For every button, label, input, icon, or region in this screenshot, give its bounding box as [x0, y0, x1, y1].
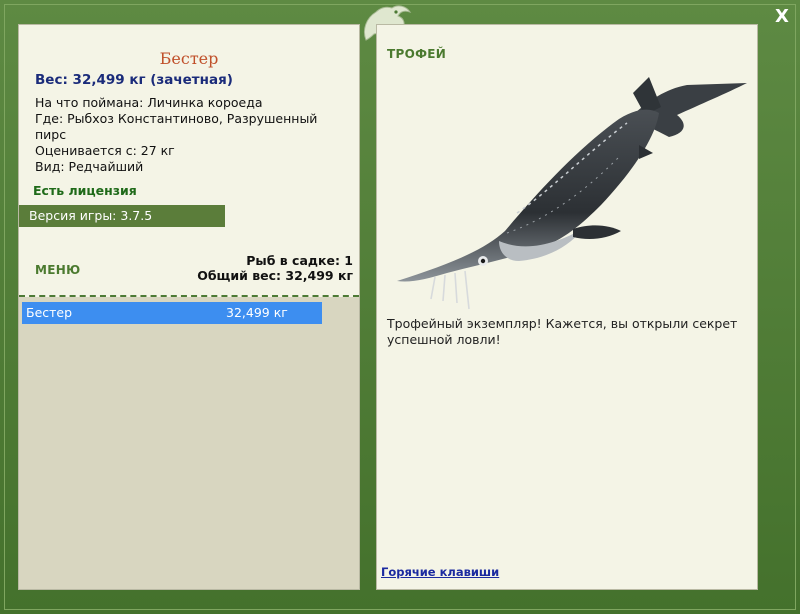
keepnet-total-weight: Общий вес: 32,499 кг	[197, 268, 353, 283]
keepnet-row-name: Бестер	[26, 305, 73, 320]
trophy-description: Трофейный экземпляр! Кажется, вы открыли…	[387, 316, 738, 347]
menu-button[interactable]: МЕНЮ	[35, 263, 80, 277]
keepnet-stats: Рыб в садке: 1 Общий вес: 32,499 кг	[197, 253, 353, 283]
close-button[interactable]: X	[770, 6, 794, 28]
fish-weight: Вес: 32,499 кг (зачетная)	[35, 72, 233, 88]
rarity-line: Вид: Редчайший	[35, 159, 144, 174]
location-line: Где: Рыбхоз Константиново, Разрушенный п…	[35, 111, 318, 142]
fish-info-panel: Бестер Вес: 32,499 кг (зачетная) На что …	[18, 24, 360, 590]
game-version: Версия игры: 3.7.5	[19, 205, 225, 227]
divider	[19, 295, 359, 297]
keepnet-list	[19, 297, 359, 589]
trophy-panel: ТРОФЕЙ Трофейный экземпляр! Кажется, вы …	[376, 24, 758, 590]
fish-details: На что поймана: Личинка короеда Где: Рыб…	[35, 95, 345, 175]
keepnet-row-selected[interactable]: Бестер 32,499 кг	[22, 302, 322, 324]
sturgeon-image	[397, 77, 747, 310]
hotkeys-link[interactable]: Горячие клавиши	[381, 565, 499, 579]
license-status: Есть лицензия	[33, 183, 137, 198]
keepnet-row-weight: 32,499 кг	[226, 305, 288, 320]
bait-line: На что поймана: Личинка короеда	[35, 95, 263, 110]
valued-line: Оценивается с: 27 кг	[35, 143, 175, 158]
fish-title: Бестер	[159, 49, 219, 68]
keepnet-count: Рыб в садке: 1	[246, 253, 353, 268]
